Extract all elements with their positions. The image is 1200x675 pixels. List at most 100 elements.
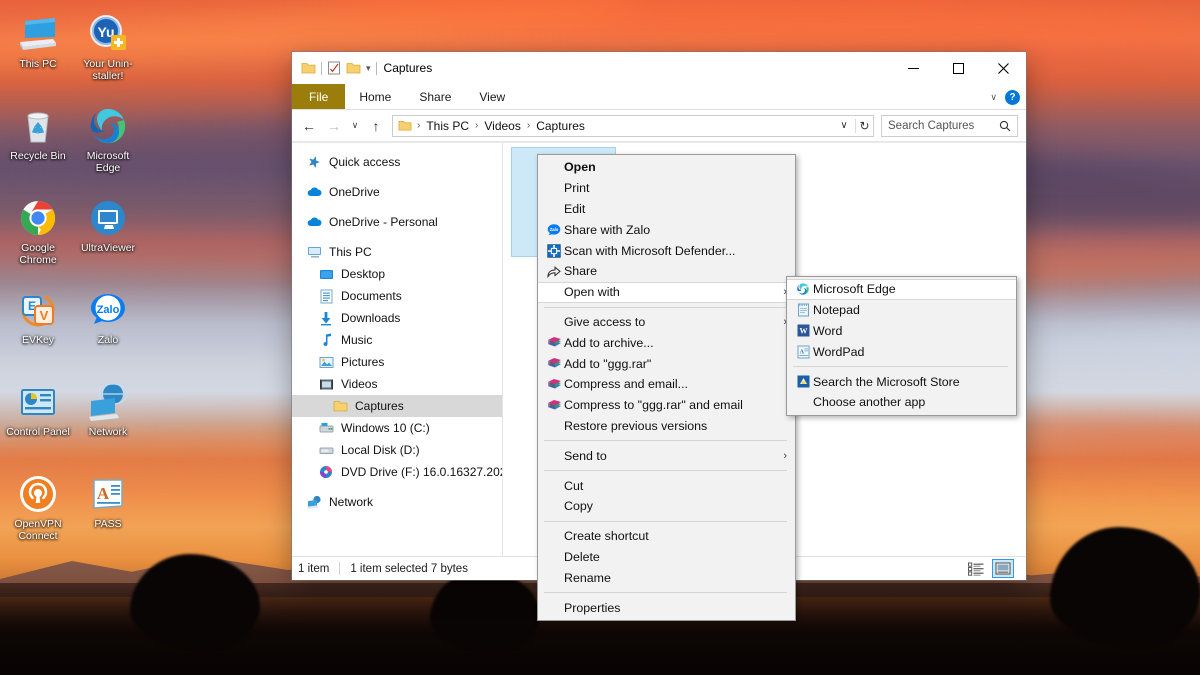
- context-menu-item-share[interactable]: Share: [538, 261, 795, 282]
- search-input[interactable]: Search Captures: [881, 115, 1018, 137]
- submenu-item-notepad[interactable]: Notepad: [787, 300, 1016, 321]
- breadcrumb-captures[interactable]: Captures: [533, 119, 588, 133]
- desktop-icon-pass[interactable]: A PASS: [74, 468, 142, 560]
- breadcrumb-this-pc[interactable]: This PC: [423, 119, 472, 133]
- this-pc-icon: [16, 12, 60, 56]
- context-menu-item-edit[interactable]: Edit: [538, 199, 795, 220]
- desktop[interactable]: This PC Yu Your Unin-staller!: [0, 0, 1200, 675]
- chevron-down-icon[interactable]: ▾: [366, 63, 371, 74]
- sidebar-item-desktop[interactable]: Desktop: [292, 263, 502, 285]
- submenu-item-choose-another-app[interactable]: Choose another app: [787, 392, 1016, 413]
- toolbar-separator: [321, 62, 322, 75]
- context-menu-item-create-shortcut[interactable]: Create shortcut: [538, 526, 795, 547]
- close-button[interactable]: [981, 52, 1026, 84]
- sidebar-item-quick-access[interactable]: Quick access: [292, 151, 502, 173]
- window-controls[interactable]: [891, 52, 1026, 84]
- context-menu-item-properties[interactable]: Properties: [538, 597, 795, 618]
- context-menu-item-restore-previous-versions[interactable]: Restore previous versions: [538, 416, 795, 437]
- context-menu-item-print[interactable]: Print: [538, 178, 795, 199]
- sidebar-item-dvd-drive-f[interactable]: DVD Drive (F:) 16.0.16327.20264: [292, 461, 502, 483]
- context-menu-item-add-to-archive[interactable]: Add to archive...: [538, 332, 795, 353]
- desktop-icon-openvpn-connect[interactable]: OpenVPN Connect: [4, 468, 72, 560]
- desktop-icon-your-uninstaller[interactable]: Yu Your Unin-staller!: [74, 8, 142, 100]
- collapse-ribbon-icon[interactable]: ∨: [990, 92, 997, 103]
- new-folder-icon[interactable]: [346, 61, 361, 75]
- address-bar-row[interactable]: ← → ∨ ↑ › This PC › Videos › Captures ∨ …: [292, 110, 1026, 142]
- desktop-icon-this-pc[interactable]: This PC: [4, 8, 72, 100]
- sidebar-item-documents[interactable]: Documents: [292, 285, 502, 307]
- address-breadcrumb-bar[interactable]: › This PC › Videos › Captures ∨ ↻: [392, 115, 874, 137]
- desktop-icon-label: Control Panel: [6, 427, 70, 439]
- submenu-item-word[interactable]: W Word: [787, 321, 1016, 342]
- context-menu-item-rename[interactable]: Rename: [538, 567, 795, 588]
- properties-icon[interactable]: [327, 61, 341, 75]
- submenu-item-search-the-microsoft-store[interactable]: Search the Microsoft Store: [787, 371, 1016, 392]
- details-view-button[interactable]: [965, 559, 987, 578]
- up-button[interactable]: ↑: [365, 115, 387, 137]
- view-toggle-group[interactable]: [965, 559, 1020, 578]
- tab-share[interactable]: Share: [405, 84, 465, 109]
- sidebar-item-onedrive-personal[interactable]: OneDrive - Personal: [292, 211, 502, 233]
- desktop-icon-google-chrome[interactable]: Google Chrome: [4, 192, 72, 284]
- ribbon-tabs[interactable]: File Home Share View ∨ ?: [292, 84, 1026, 110]
- sidebar-item-downloads[interactable]: Downloads: [292, 307, 502, 329]
- back-button[interactable]: ←: [298, 115, 320, 137]
- submenu-item-wordpad[interactable]: A WordPad: [787, 341, 1016, 362]
- context-menu-item-open-with[interactable]: Open with ›: [538, 282, 795, 303]
- context-menu-item-copy[interactable]: Copy: [538, 496, 795, 517]
- address-dropdown-icon[interactable]: ∨: [835, 120, 853, 131]
- sidebar-item-local-disk-d[interactable]: Local Disk (D:): [292, 439, 502, 461]
- context-menu-item-cut[interactable]: Cut: [538, 475, 795, 496]
- quick-access-toolbar[interactable]: ▾: [292, 52, 377, 84]
- sidebar-item-pictures[interactable]: Pictures: [292, 351, 502, 373]
- sidebar-item-network[interactable]: Network: [292, 491, 502, 513]
- desktop-icon-control-panel[interactable]: Control Panel: [4, 376, 72, 468]
- desktop-icon-label: Zalo: [98, 335, 118, 347]
- folder-icon[interactable]: [301, 61, 316, 75]
- desktop-icon-ultraviewer[interactable]: UltraViewer: [74, 192, 142, 284]
- submenu-item-microsoft-edge[interactable]: Microsoft Edge: [787, 279, 1016, 300]
- sidebar-item-music[interactable]: Music: [292, 329, 502, 351]
- tab-view[interactable]: View: [465, 84, 519, 109]
- context-menu-item-give-access-to[interactable]: Give access to ›: [538, 312, 795, 333]
- context-menu-item-share-with-zalo[interactable]: Zalo Share with Zalo: [538, 219, 795, 240]
- title-bar[interactable]: ▾ Captures: [292, 52, 1026, 84]
- search-icon[interactable]: [999, 120, 1011, 132]
- sidebar-item-videos[interactable]: Videos: [292, 373, 502, 395]
- context-menu-item-add-to-ggg-rar[interactable]: Add to "ggg.rar": [538, 353, 795, 374]
- maximize-button[interactable]: [936, 52, 981, 84]
- help-icon[interactable]: ?: [1005, 90, 1020, 105]
- desktop-icon-recycle-bin[interactable]: Recycle Bin: [4, 100, 72, 192]
- svg-text:W: W: [799, 327, 807, 336]
- context-menu-item-scan-with-defender[interactable]: Scan with Microsoft Defender...: [538, 240, 795, 261]
- context-menu-item-compress-and-email[interactable]: Compress and email...: [538, 374, 795, 395]
- tab-home[interactable]: Home: [345, 84, 405, 109]
- recent-locations-icon[interactable]: ∨: [348, 115, 362, 137]
- desktop-icon-network[interactable]: Network: [74, 376, 142, 468]
- forward-button[interactable]: →: [323, 115, 345, 137]
- large-icons-view-button[interactable]: [992, 559, 1014, 578]
- desktop-icon-evkey[interactable]: E V EVKey: [4, 284, 72, 376]
- sidebar-item-captures[interactable]: Captures: [292, 395, 502, 417]
- sidebar-item-onedrive[interactable]: OneDrive: [292, 181, 502, 203]
- network-icon: [86, 380, 130, 424]
- context-menu-item-open[interactable]: Open: [538, 157, 795, 178]
- desktop-icon-zalo[interactable]: Zalo Zalo: [74, 284, 142, 376]
- minimize-button[interactable]: [891, 52, 936, 84]
- context-menu-item-compress-to-ggg-rar-and-email[interactable]: Compress to "ggg.rar" and email: [538, 395, 795, 416]
- tab-file[interactable]: File: [292, 84, 345, 109]
- context-menu[interactable]: Open Print Edit Zalo Share with Zalo Sca…: [537, 154, 796, 621]
- navigation-pane[interactable]: Quick access OneDrive OneDrive - Persona…: [292, 143, 503, 556]
- ribbon-right-controls[interactable]: ∨ ?: [990, 84, 1020, 110]
- context-menu-item-send-to[interactable]: Send to ›: [538, 445, 795, 466]
- context-menu-item-delete[interactable]: Delete: [538, 547, 795, 568]
- menu-item-label: Share: [564, 264, 787, 278]
- refresh-icon[interactable]: ↻: [855, 119, 873, 133]
- breadcrumb-videos[interactable]: Videos: [481, 119, 523, 133]
- sidebar-item-label: OneDrive: [329, 185, 380, 199]
- desktop-icon-microsoft-edge[interactable]: Microsoft Edge: [74, 100, 142, 192]
- sidebar-item-windows-10-c[interactable]: Windows 10 (C:): [292, 417, 502, 439]
- menu-item-label: Edit: [564, 202, 787, 216]
- sidebar-item-this-pc[interactable]: This PC: [292, 241, 502, 263]
- open-with-submenu[interactable]: Microsoft Edge Notepad W Word A WordPad: [786, 276, 1017, 416]
